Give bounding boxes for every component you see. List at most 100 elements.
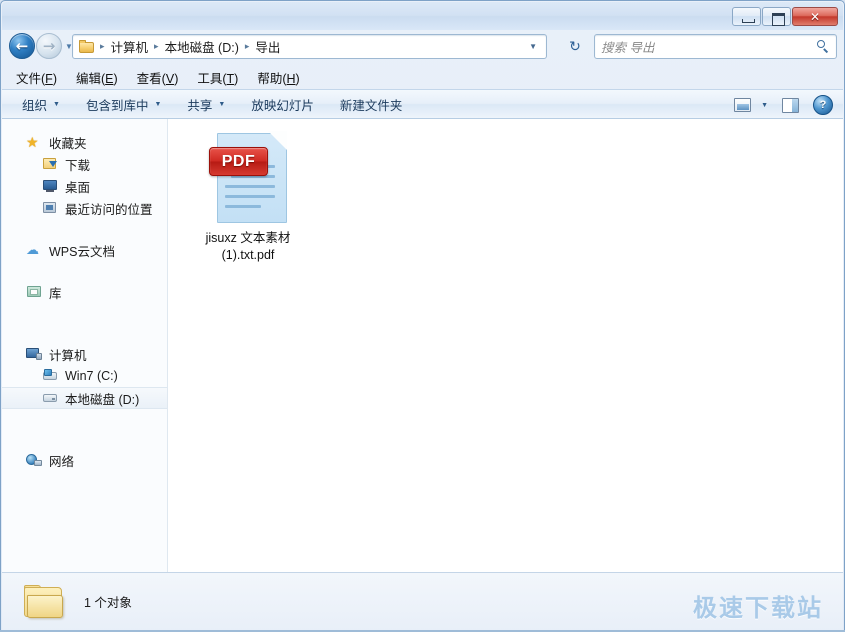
sidebar-item-recent-places[interactable]: 最近访问的位置 <box>2 197 167 219</box>
folder-icon <box>24 585 66 619</box>
sidebar-item-label: 下载 <box>65 158 91 173</box>
search-box[interactable]: 搜索 导出 <box>594 34 837 59</box>
refresh-icon: ↻ <box>569 38 581 54</box>
forward-arrow-icon: → <box>42 36 56 55</box>
close-icon: ✕ <box>809 9 821 24</box>
sidebar-item-computer[interactable]: 计算机 <box>2 343 167 365</box>
maximize-icon <box>772 13 785 26</box>
explorer-window: ✕ ← → ▼ ▸ 计算机 ▸ 本地磁盘 (D:) ▸ 导出 ▼ ↻ 搜索 导出… <box>0 0 845 632</box>
body-area: ★ 收藏夹 下载 桌面 最近访问的位置 ☁ WPS云文档 库 计算机 Win7 … <box>2 119 843 572</box>
chevron-down-icon: ▼ <box>53 100 60 108</box>
network-icon <box>26 452 43 468</box>
toolbar-organize-label: 组织 <box>22 98 48 113</box>
preview-pane-icon[interactable] <box>782 97 799 113</box>
search-icon <box>817 40 830 53</box>
toolbar-organize-button[interactable]: 组织 ▼ <box>22 95 60 114</box>
desktop-icon <box>42 178 59 194</box>
download-folder-icon <box>42 156 59 172</box>
library-icon <box>26 284 43 300</box>
folder-icon <box>79 40 94 53</box>
star-icon: ★ <box>26 134 39 150</box>
chevron-down-icon: ▼ <box>154 100 162 108</box>
breadcrumb-item-current[interactable]: 导出 <box>253 35 282 58</box>
toolbar-include-in-library-button[interactable]: 包含到库中 ▼ <box>86 95 161 114</box>
window-controls: ✕ <box>732 7 838 26</box>
menu-item-edit[interactable]: 编辑(E) <box>76 68 118 87</box>
toolbar-right-group: ▼ ? <box>734 90 833 120</box>
breadcrumb-separator-icon: ▸ <box>100 41 105 51</box>
pdf-badge: PDF <box>209 147 268 176</box>
menu-item-tools[interactable]: 工具(T) <box>197 68 238 87</box>
maximize-button[interactable] <box>762 7 791 26</box>
status-bar: 1 个对象 极速下载站 <box>2 572 843 632</box>
minimize-icon <box>742 19 755 23</box>
refresh-button[interactable]: ↻ <box>562 34 588 59</box>
minimize-button[interactable] <box>732 7 761 26</box>
address-dropdown-caret-icon[interactable]: ▼ <box>529 42 543 51</box>
view-mode-caret-icon[interactable]: ▼ <box>761 102 768 109</box>
breadcrumb-item-drive[interactable]: 本地磁盘 (D:) <box>163 35 241 58</box>
breadcrumb-item-computer[interactable]: 计算机 <box>109 35 151 58</box>
pdf-file-icon: PDF <box>209 131 287 223</box>
forward-button[interactable]: → <box>36 33 62 59</box>
file-list-pane[interactable]: PDF jisuxz 文本素材 (1).txt.pdf <box>169 119 843 572</box>
toolbar-share-button[interactable]: 共享 ▼ <box>187 95 225 114</box>
pdf-text-line <box>225 195 275 198</box>
recent-places-icon <box>42 200 59 216</box>
sidebar-item-label: 计算机 <box>49 348 87 363</box>
menu-bar: 文件(F) 编辑(E) 查看(V) 工具(T) 帮助(H) <box>2 66 843 89</box>
toolbar-include-in-library-label: 包含到库中 <box>85 98 149 113</box>
sidebar-item-desktop[interactable]: 桌面 <box>2 175 167 197</box>
menu-item-file[interactable]: 文件(F) <box>16 68 57 87</box>
toolbar-share-label: 共享 <box>187 98 213 113</box>
system-drive-icon <box>42 368 59 384</box>
sidebar-item-network[interactable]: 网络 <box>2 449 167 471</box>
status-item-count: 1 个对象 <box>84 596 132 610</box>
sidebar-item-label: 最近访问的位置 <box>65 202 153 217</box>
sidebar-item-favorites[interactable]: ★ 收藏夹 <box>2 131 167 153</box>
back-arrow-icon: ← <box>15 36 29 55</box>
address-bar[interactable]: ▸ 计算机 ▸ 本地磁盘 (D:) ▸ 导出 ▼ <box>72 34 547 59</box>
sidebar-item-label: 库 <box>49 286 62 301</box>
watermark-label: 极速下载站 <box>693 594 823 622</box>
sidebar-item-label: 桌面 <box>65 180 91 195</box>
title-bar: ✕ <box>2 2 843 30</box>
toolbar-new-folder-label: 新建文件夹 <box>339 98 403 113</box>
nav-buttons: ← → ▼ <box>9 33 73 59</box>
sidebar-item-label: WPS云文档 <box>49 244 115 259</box>
help-icon[interactable]: ? <box>813 95 833 115</box>
sidebar-item-wps-cloud[interactable]: ☁ WPS云文档 <box>2 239 167 261</box>
sidebar-item-win7-c[interactable]: Win7 (C:) <box>2 365 167 387</box>
view-mode-icon[interactable] <box>734 98 752 112</box>
toolbar-slideshow-button[interactable]: 放映幻灯片 <box>251 95 314 114</box>
command-toolbar: 组织 ▼ 包含到库中 ▼ 共享 ▼ 放映幻灯片 新建文件夹 ▼ ? <box>2 89 843 119</box>
pdf-badge-label: PDF <box>221 152 256 170</box>
computer-icon <box>26 346 43 362</box>
search-input[interactable]: 搜索 导出 <box>601 37 654 56</box>
sidebar-item-label: 本地磁盘 (D:) <box>65 392 140 407</box>
pdf-text-line <box>225 205 261 208</box>
sidebar-item-downloads[interactable]: 下载 <box>2 153 167 175</box>
file-item[interactable]: PDF jisuxz 文本素材 (1).txt.pdf <box>184 131 312 264</box>
file-name-label: jisuxz 文本素材 (1).txt.pdf <box>205 231 291 262</box>
toolbar-slideshow-label: 放映幻灯片 <box>251 98 314 113</box>
sidebar-item-label: 网络 <box>49 454 75 469</box>
menu-item-view[interactable]: 查看(V) <box>137 68 179 87</box>
pdf-text-line <box>225 185 275 188</box>
navigation-pane: ★ 收藏夹 下载 桌面 最近访问的位置 ☁ WPS云文档 库 计算机 Win7 … <box>2 119 168 572</box>
sidebar-item-libraries[interactable]: 库 <box>2 281 167 303</box>
sidebar-item-label: 收藏夹 <box>49 136 87 151</box>
sidebar-item-local-disk-d[interactable]: 本地磁盘 (D:) <box>2 387 167 409</box>
toolbar-new-folder-button[interactable]: 新建文件夹 <box>340 95 403 114</box>
close-button[interactable]: ✕ <box>792 7 838 26</box>
breadcrumb-separator-icon: ▸ <box>154 41 159 51</box>
drive-icon <box>42 390 59 406</box>
menu-item-help[interactable]: 帮助(H) <box>257 68 299 87</box>
back-button[interactable]: ← <box>9 33 35 59</box>
